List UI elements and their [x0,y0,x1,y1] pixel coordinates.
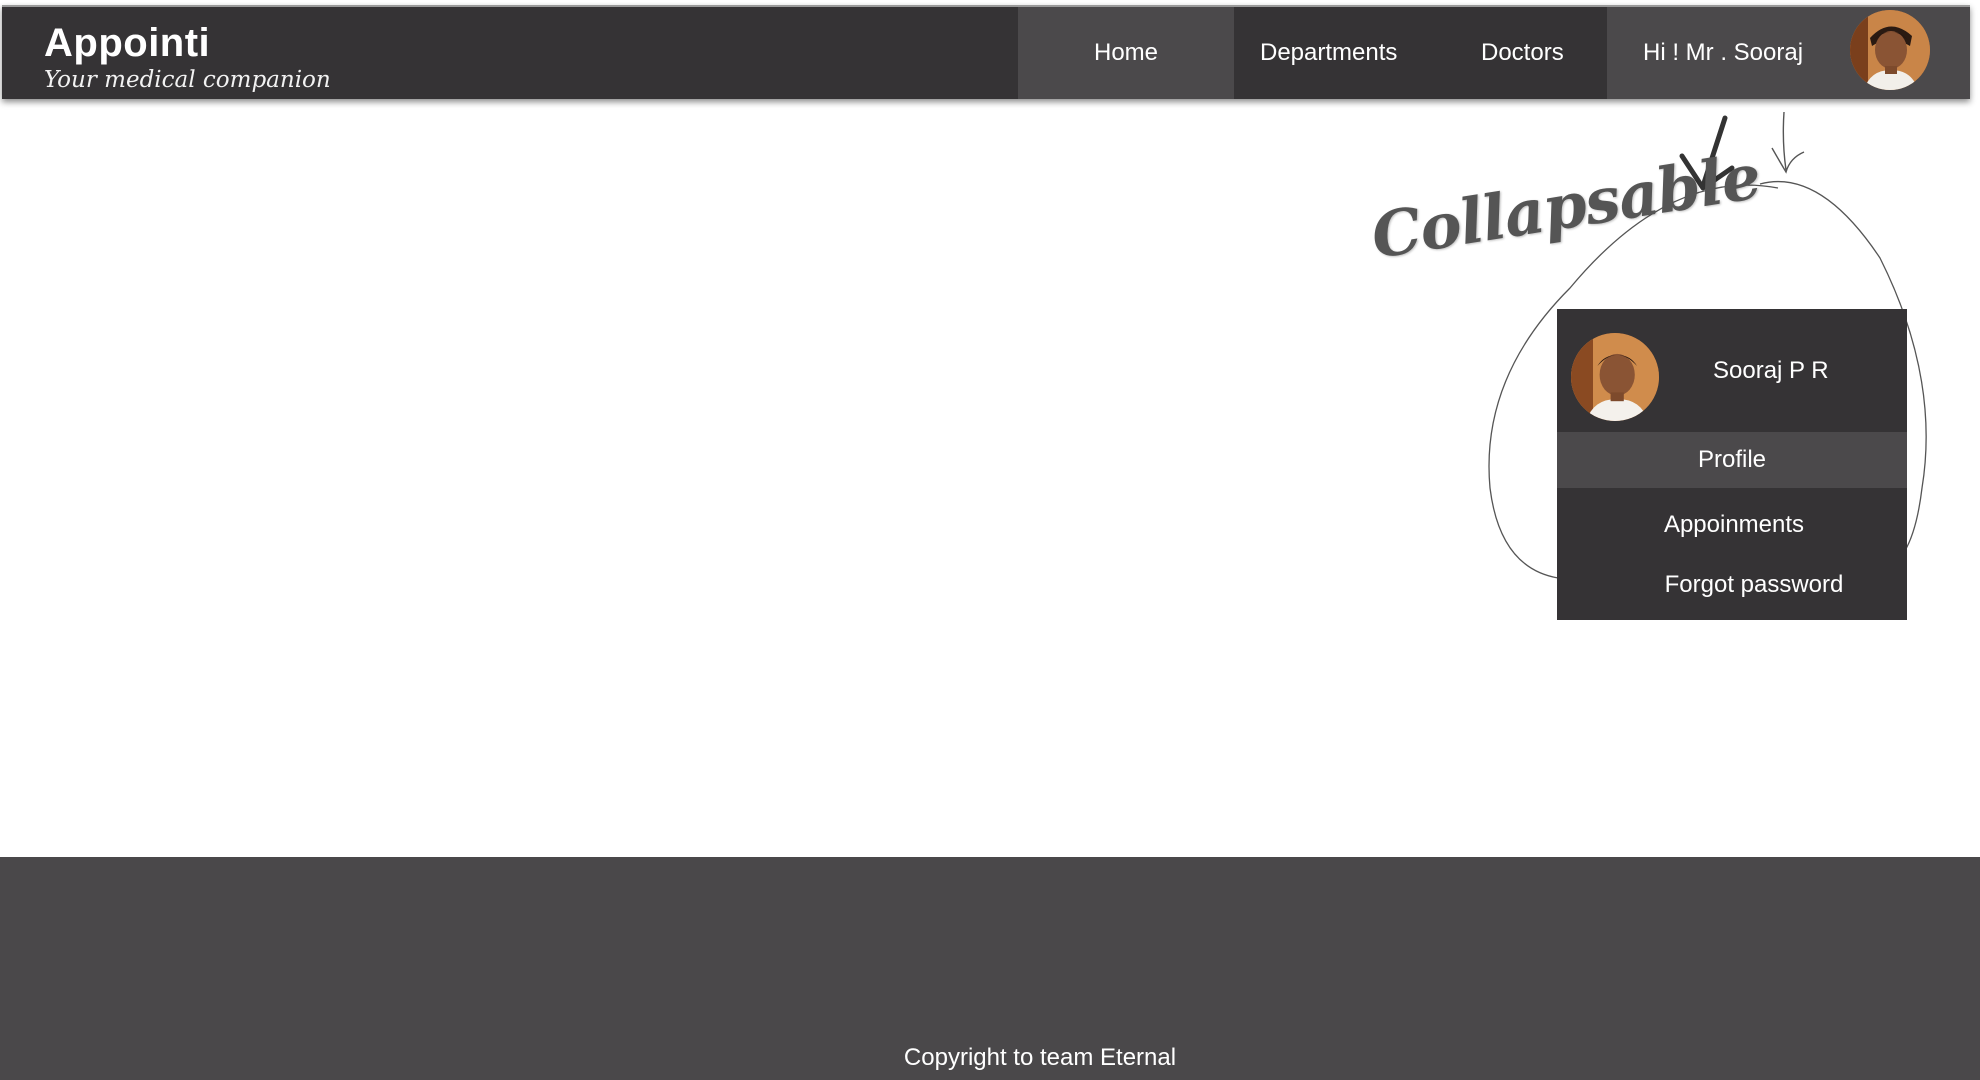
dropdown-item-appointments[interactable]: Appoinments [1557,497,1909,553]
nav-home-link[interactable]: Home [1018,7,1234,99]
page-footer: Copyright to team Eternal [0,857,1980,1080]
footer-copyright: Copyright to team Eternal [903,1044,1177,1071]
dropdown-avatar-icon [1571,333,1659,421]
brand-title[interactable]: Appointi [44,21,331,65]
nav-departments-link[interactable]: Departments [1260,7,1397,99]
top-navigation-bar: Appointi Your medical companion Home Dep… [2,5,1970,99]
user-avatar-icon[interactable] [1850,10,1930,90]
brand-subtitle: Your medical companion [44,67,331,93]
user-menu-toggle[interactable]: Hi ! Mr . Sooraj [1607,7,1970,99]
annotation-collapsable-label: Collapsable [1366,139,1765,273]
dropdown-item-profile[interactable]: Profile [1557,432,1907,488]
nav-doctors-link[interactable]: Doctors [1481,7,1564,99]
dropdown-item-forgot-password[interactable]: Forgot password [1557,557,1929,613]
dropdown-user-name: Sooraj P R [1713,357,1829,384]
user-greeting: Hi ! Mr . Sooraj [1643,39,1804,66]
brand[interactable]: Appointi Your medical companion [44,21,331,93]
user-dropdown-menu: Sooraj P R Profile Appoinments Forgot pa… [1557,309,1907,620]
